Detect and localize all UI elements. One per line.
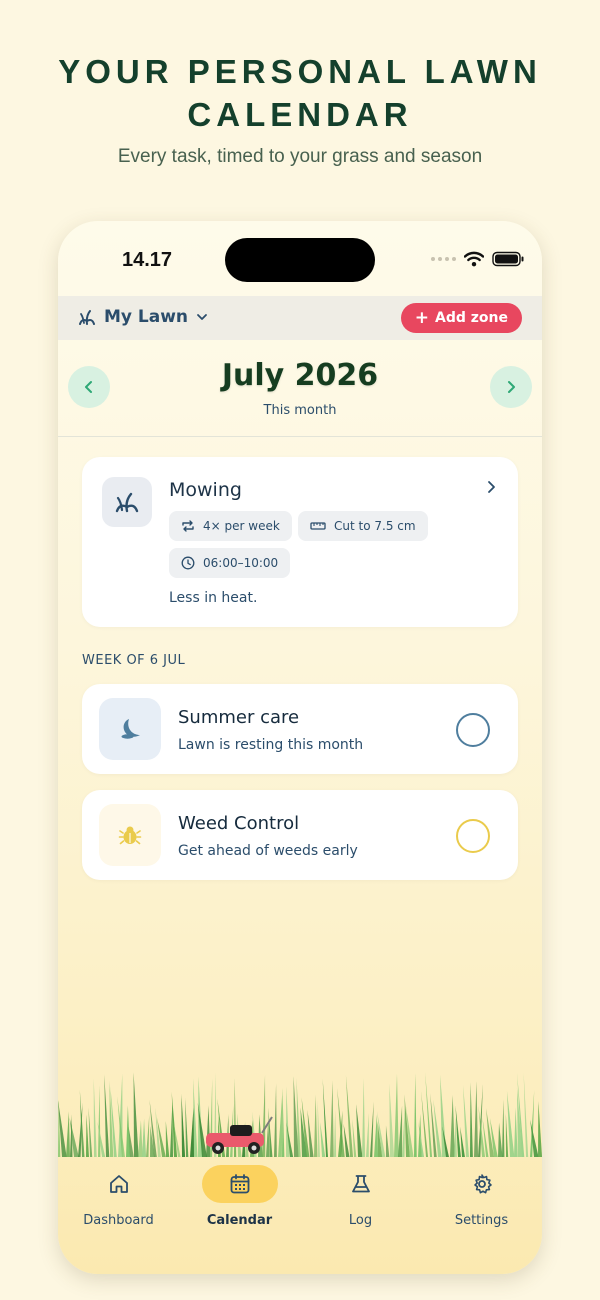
flask-icon (323, 1165, 399, 1203)
clock-icon (181, 556, 195, 570)
promo-subtitle: Every task, timed to your grass and seas… (117, 146, 483, 167)
task-title: Summer care (178, 707, 300, 728)
signal-dots-icon (431, 257, 456, 261)
phone-screen: 14.17 My Lawn + Add zone July 2026 This … (58, 221, 542, 1274)
calendar-icon (201, 1165, 278, 1203)
wifi-icon (464, 251, 484, 267)
dynamic-island (225, 238, 375, 282)
next-month-button[interactable] (490, 366, 532, 408)
bug-icon (99, 804, 161, 866)
tab-label: Settings (454, 1213, 509, 1228)
task-title: Weed Control (178, 813, 300, 834)
tab-bar: Dashboard Calendar Log Settings (58, 1157, 542, 1274)
tab-label: Log (348, 1213, 373, 1228)
month-title: July 2026 (221, 358, 379, 393)
ruler-icon (310, 522, 326, 530)
home-icon (81, 1165, 157, 1203)
chevron-down-icon (197, 314, 207, 320)
tab-label: Calendar (206, 1213, 273, 1228)
status-time: 14.17 (122, 249, 173, 271)
month-header: July 2026 This month (58, 340, 542, 437)
mowing-note: Less in heat. (169, 590, 258, 606)
week-label: WEEK OF 6 JUL (82, 653, 186, 668)
tab-settings[interactable]: Settings (421, 1165, 542, 1228)
time-window-label: 06:00–10:00 (203, 556, 279, 570)
repeat-icon (182, 520, 194, 532)
task-card[interactable]: Summer care Lawn is resting this month (82, 684, 518, 774)
chevron-right-icon (508, 381, 515, 393)
mowing-card[interactable]: Mowing 4× per week Cut to 7.5 cm 06:00–1… (82, 457, 518, 627)
lawn-name: My Lawn (104, 307, 189, 327)
add-zone-button[interactable]: + Add zone (400, 303, 522, 333)
add-zone-label: Add zone (435, 310, 508, 326)
mowing-grass-icon (102, 477, 152, 527)
battery-icon (492, 251, 524, 267)
time-window-chip: 06:00–10:00 (169, 548, 291, 578)
zone-bar: My Lawn + Add zone (58, 296, 542, 340)
plus-icon: + (414, 307, 430, 328)
task-subtitle: Get ahead of weeds early (178, 843, 358, 859)
task-card[interactable]: Weed Control Get ahead of weeds early (82, 790, 518, 880)
tab-label: Dashboard (83, 1213, 154, 1228)
gear-icon (444, 1165, 520, 1203)
cut-height-chip: Cut to 7.5 cm (298, 511, 428, 541)
grass-icon (79, 310, 95, 325)
tab-dashboard[interactable]: Dashboard (58, 1165, 179, 1228)
moon-icon (99, 698, 161, 760)
grass-decoration (58, 1072, 542, 1157)
frequency-chip: 4× per week (169, 511, 292, 541)
status-icons (431, 249, 524, 269)
cut-height-label: Cut to 7.5 cm (334, 519, 416, 533)
chevron-right-icon (486, 479, 496, 498)
task-checkbox[interactable] (456, 713, 490, 747)
lawn-selector[interactable]: My Lawn (78, 307, 208, 327)
promo-title: YOUR PERSONAL LAWN CALENDAR (58, 53, 542, 133)
task-subtitle: Lawn is resting this month (178, 737, 364, 753)
tab-calendar[interactable]: Calendar (179, 1165, 300, 1228)
tab-log[interactable]: Log (300, 1165, 421, 1228)
mowing-title: Mowing (169, 479, 242, 501)
frequency-label: 4× per week (203, 519, 280, 533)
task-checkbox[interactable] (456, 819, 490, 853)
month-subtitle: This month (263, 403, 337, 418)
